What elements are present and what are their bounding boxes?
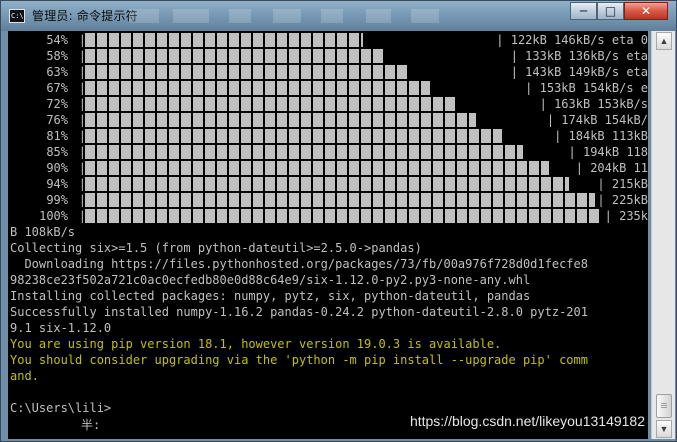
terminal-line: 98238ce23f502a721c0ac0ecfedb80e0d88c64e9… [10, 273, 531, 287]
progress-stats: | 194kB 118 [568, 145, 648, 159]
progress-stats: | 235k [604, 209, 648, 223]
progress-percent: 58% [46, 49, 68, 63]
terminal-line: Downloading https://files.pythonhosted.o… [10, 257, 588, 271]
progress-stats: | 225kB [597, 193, 648, 207]
scroll-grip-icon [661, 403, 667, 409]
progress-stats: | 122kB 146kB/s eta 0 [496, 33, 648, 47]
progress-bar-fill [85, 81, 430, 95]
scroll-up-arrow-icon[interactable]: ▲ [656, 32, 672, 50]
progress-row: 54% | | 122kB 146kB/s eta 0 [8, 32, 648, 48]
command-prompt-icon: C:\ [9, 9, 25, 23]
progress-row: 100% | | 235k [8, 208, 648, 224]
progress-bar-fill [85, 65, 409, 79]
minimize-button[interactable]: ─ [570, 2, 597, 20]
progress-stats: | 184kB 113kB [554, 129, 648, 143]
progress-bar-fill [85, 193, 595, 207]
progress-row: 72% | | 163kB 153kB/s [8, 96, 648, 112]
watermark-url: https://blog.csdn.net/likeyou13149182 [409, 413, 645, 429]
pip-warning-line: You should consider upgrading via the 'p… [10, 353, 588, 367]
progress-bar-fill [85, 33, 363, 47]
progress-stats: | 133kB 136kB/s eta [510, 49, 648, 63]
vertical-scrollbar[interactable]: ▲ ▼ [651, 31, 675, 439]
progress-percent: 63% [46, 65, 68, 79]
progress-stats: | 174kB 154kB/ [546, 113, 648, 127]
progress-percent: 81% [46, 129, 68, 143]
progress-bar-fill [85, 49, 384, 63]
progress-percent: 94% [46, 177, 68, 191]
progress-bar-fill [85, 113, 476, 127]
progress-percent: 67% [46, 81, 68, 95]
progress-stats: | 153kB 154kB/s e [525, 81, 648, 95]
progress-percent: 72% [46, 97, 68, 111]
progress-row: 94% | | 215kB [8, 176, 648, 192]
ime-indicator: 半: [81, 418, 101, 432]
terminal-line: Installing collected packages: numpy, py… [10, 289, 531, 303]
progress-bar-fill [85, 177, 569, 191]
progress-row: 67% | | 153kB 154kB/s e [8, 80, 648, 96]
progress-percent: 54% [46, 33, 68, 47]
progress-row: 76% | | 174kB 154kB/ [8, 112, 648, 128]
progress-bar-fill [85, 161, 549, 175]
title-bar[interactable]: C:\ 管理员: 命令提示符 ─ □ ✕ [1, 1, 676, 31]
progress-row: 85% | | 194kB 118 [8, 144, 648, 160]
pip-warning-line: and. [10, 369, 39, 383]
terminal-output[interactable]: 54% | | 122kB 146kB/s eta 0 58% | | 133kB 136… [8, 31, 648, 439]
progress-stats: | 163kB 153kB/s [539, 97, 648, 111]
progress-percent: 76% [46, 113, 68, 127]
terminal-line: Successfully installed numpy-1.16.2 pand… [10, 305, 588, 319]
terminal-line: C:\Users\lili> [10, 401, 112, 415]
progress-percent: 99% [46, 193, 68, 207]
terminal-line: Collecting six>=1.5 (from python-dateuti… [10, 241, 422, 255]
progress-row: 63% | | 143kB 149kB/s eta [8, 64, 648, 80]
progress-row: 58% | | 133kB 136kB/s eta [8, 48, 648, 64]
titlebar-background-texture [121, 9, 441, 23]
progress-row: 81% | | 184kB 113kB [8, 128, 648, 144]
close-button[interactable]: ✕ [624, 2, 668, 20]
progress-bar-fill [85, 145, 523, 159]
progress-percent: 85% [46, 145, 68, 159]
progress-bar-fill [85, 209, 600, 223]
terminal-line: B 108kB/s [10, 225, 76, 239]
scroll-down-arrow-icon[interactable]: ▼ [656, 420, 672, 438]
terminal-line: 9.1 six-1.12.0 [10, 321, 112, 335]
progress-percent: 100% [39, 209, 68, 223]
progress-stats: | 215kB [597, 177, 648, 191]
scroll-thumb[interactable] [656, 394, 672, 418]
progress-percent: 90% [46, 161, 68, 175]
window-controls: ─ □ ✕ [570, 2, 668, 20]
command-prompt-window: C:\ 管理员: 命令提示符 ─ □ ✕ 54% | | 122kB 146kB/s… [0, 0, 677, 442]
progress-stats: | 143kB 149kB/s eta [510, 65, 648, 79]
progress-row: 99% | | 225kB [8, 192, 648, 208]
pip-warning-line: You are using pip version 18.1, however … [10, 337, 502, 351]
progress-bar-fill [85, 129, 502, 143]
progress-bar-fill [85, 97, 456, 111]
progress-row: 90% | | 204kB 11 [8, 160, 648, 176]
progress-stats: | 204kB 11 [575, 161, 648, 175]
maximize-button[interactable]: □ [597, 2, 624, 20]
